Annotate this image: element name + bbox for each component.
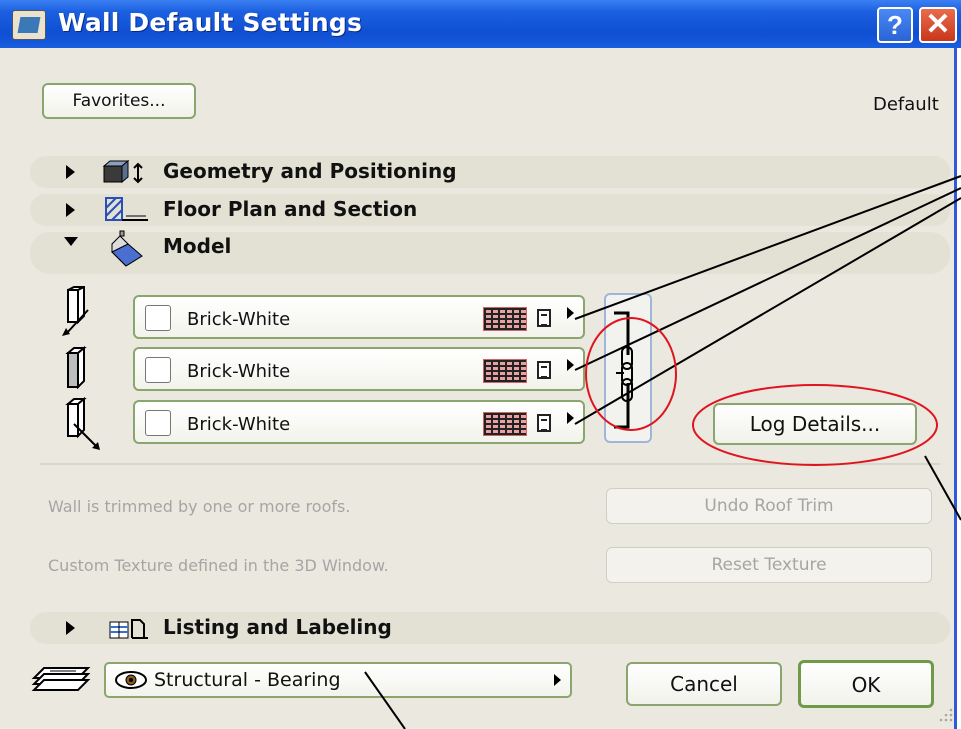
brick-pattern-icon	[483, 359, 527, 383]
favorites-button[interactable]: Favorites...	[42, 83, 196, 119]
inside-material-field[interactable]: Brick-White	[133, 400, 585, 444]
brick-pattern-icon	[483, 307, 527, 331]
resize-grip-icon[interactable]	[936, 706, 954, 724]
layer-value: Structural - Bearing	[154, 669, 341, 691]
undo-roof-trim-button[interactable]: Undo Roof Trim	[606, 488, 932, 524]
section-label: Geometry and Positioning	[163, 159, 457, 183]
expand-arrow-icon[interactable]	[66, 621, 75, 635]
popup-arrow-icon[interactable]	[567, 412, 574, 424]
material-name: Brick-White	[187, 361, 291, 382]
collapse-arrow-icon[interactable]	[64, 237, 78, 246]
material-swatch	[145, 357, 171, 383]
link-materials-toggle[interactable]	[604, 293, 652, 443]
material-name: Brick-White	[187, 414, 291, 435]
dropdown-arrow-icon[interactable]	[554, 674, 561, 686]
inside-face-icon	[65, 396, 100, 450]
roof-trim-note: Wall is trimmed by one or more roofs.	[48, 497, 351, 516]
document-icon	[537, 309, 551, 327]
geometry-icon	[102, 160, 143, 184]
layer-dropdown[interactable]: Structural - Bearing	[104, 662, 572, 698]
material-swatch	[145, 410, 171, 436]
eye-icon	[115, 671, 147, 689]
material-swatch	[145, 305, 171, 331]
popup-arrow-icon[interactable]	[567, 359, 574, 371]
texture-note: Custom Texture defined in the 3D Window.	[48, 556, 389, 575]
dialog-window: Wall Default Settings ? ✕ Favorites... D…	[0, 0, 961, 729]
listing-icon	[109, 619, 148, 639]
material-name: Brick-White	[187, 309, 291, 330]
edge-icon	[65, 345, 87, 390]
ok-button[interactable]: OK	[798, 660, 934, 708]
expand-arrow-icon[interactable]	[66, 165, 75, 179]
document-icon	[537, 414, 551, 432]
default-label: Default	[873, 94, 939, 115]
section-label: Model	[163, 234, 232, 258]
edge-material-field[interactable]: Brick-White	[133, 347, 585, 391]
outside-material-field[interactable]: Brick-White	[133, 295, 585, 339]
document-icon	[537, 361, 551, 379]
close-button[interactable]: ✕	[919, 7, 957, 43]
help-button[interactable]: ?	[877, 7, 913, 43]
floor-plan-icon	[105, 197, 148, 221]
chain-link-icon	[614, 311, 633, 429]
expand-arrow-icon[interactable]	[66, 203, 75, 217]
layer-icon	[31, 667, 91, 691]
divider	[40, 463, 940, 465]
reset-texture-button[interactable]: Reset Texture	[606, 547, 932, 583]
title-bar[interactable]: Wall Default Settings ? ✕	[0, 0, 961, 48]
app-icon	[12, 10, 46, 40]
window-title: Wall Default Settings	[58, 8, 363, 37]
outside-face-icon	[62, 286, 89, 336]
popup-arrow-icon[interactable]	[567, 307, 574, 319]
cancel-button[interactable]: Cancel	[626, 662, 782, 706]
section-label: Listing and Labeling	[163, 615, 392, 639]
model-icon	[111, 230, 143, 267]
brick-pattern-icon	[483, 412, 527, 436]
section-label: Floor Plan and Section	[163, 197, 418, 221]
log-details-button[interactable]: Log Details...	[713, 403, 917, 445]
